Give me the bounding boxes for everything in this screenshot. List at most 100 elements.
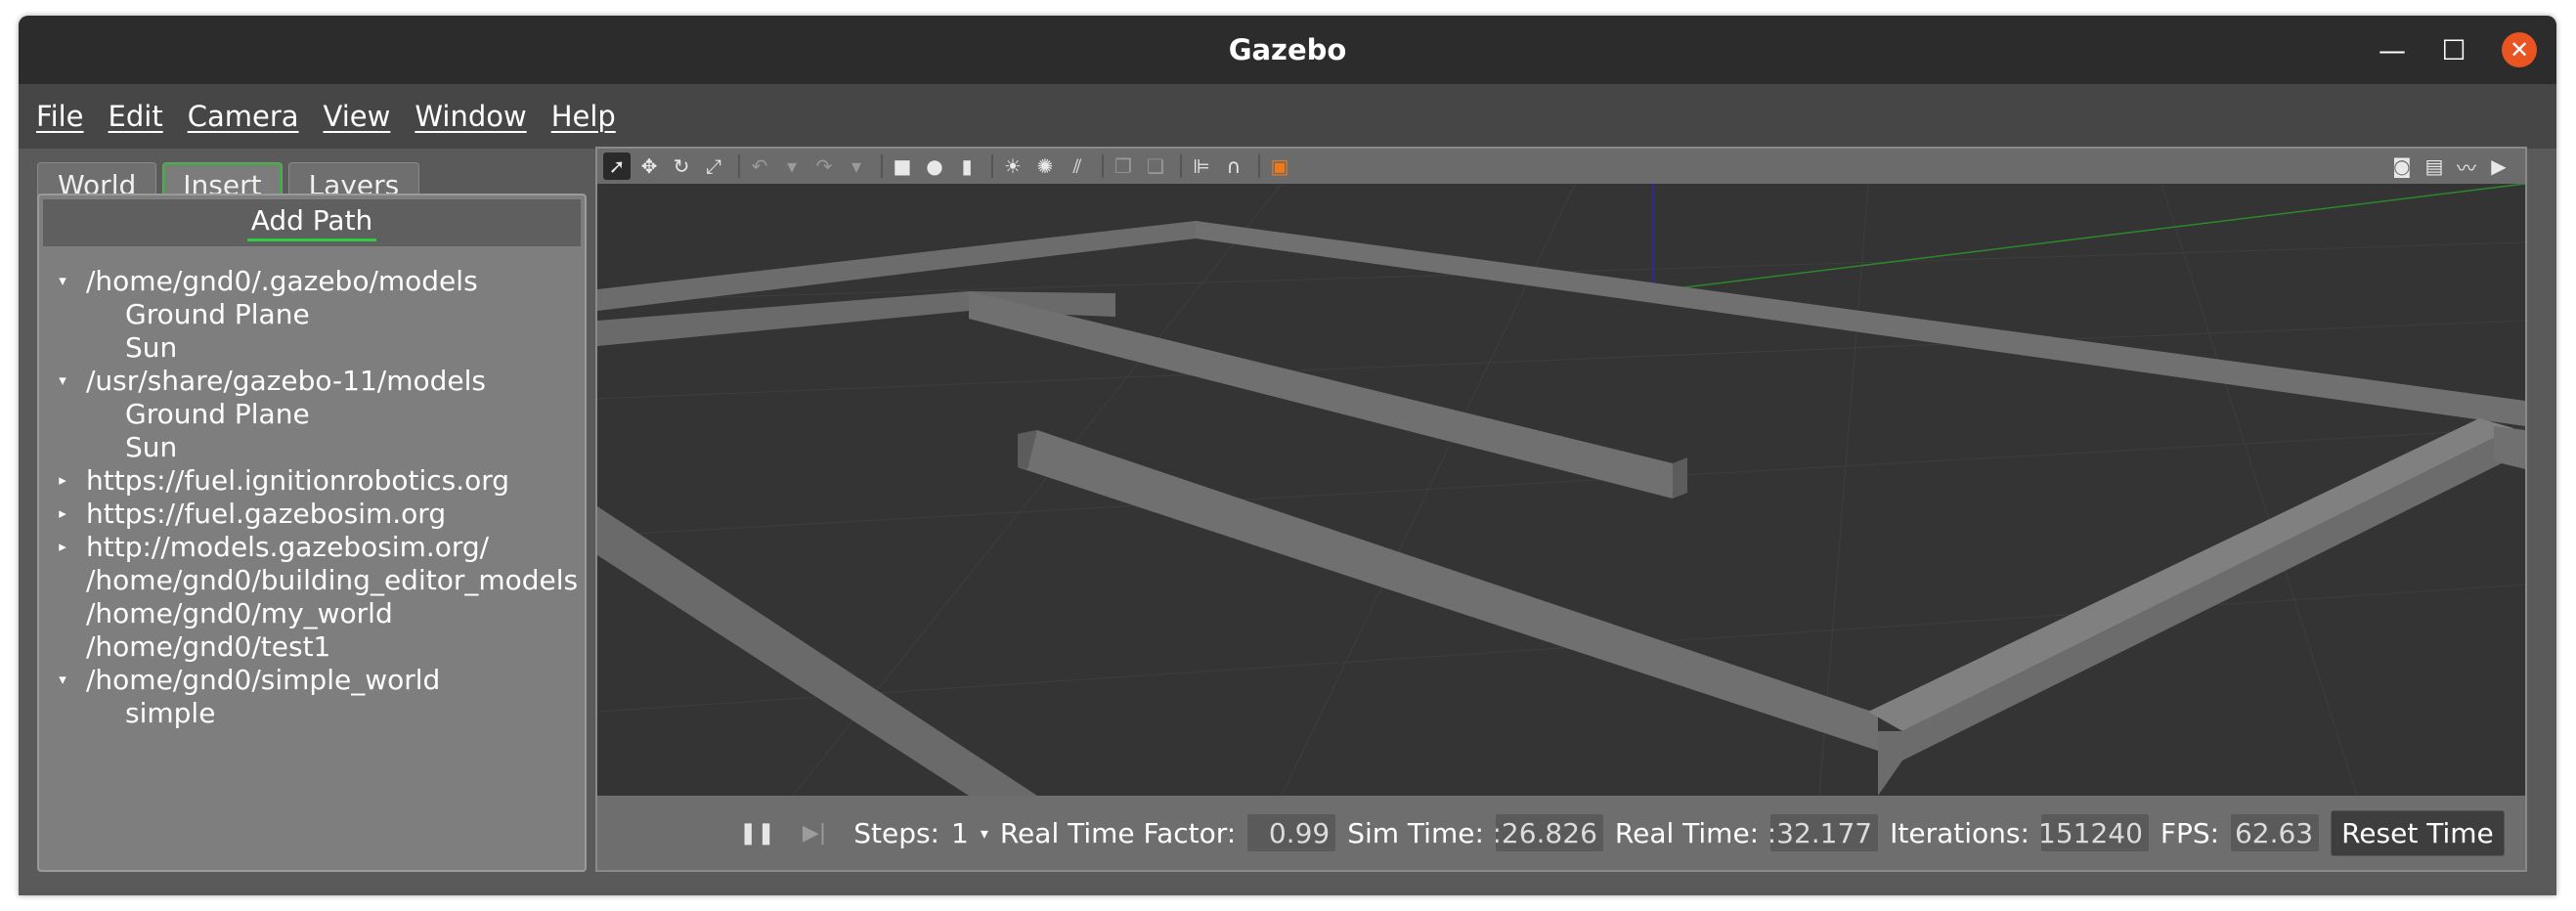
fps-label: FPS: [2160,816,2220,849]
steps-label: Steps: [853,816,939,849]
tree-item[interactable]: /home/gnd0/building_editor_models [39,563,585,596]
rtf-label: Real Time Factor: [999,816,1237,849]
tree-item[interactable]: simple [39,696,585,729]
sphere-icon[interactable]: ● [921,152,948,180]
real-time-value: 2:32.177 [1770,814,1879,851]
menu-view[interactable]: View [324,100,391,133]
menu-window[interactable]: Window [415,100,526,133]
expand-down-icon[interactable]: ▾ [39,272,86,289]
log-icon[interactable]: ▤ [2421,152,2448,180]
steps-value[interactable]: 1 [951,817,969,849]
undo-icon[interactable]: ↶ [746,152,773,180]
tree-item[interactable]: Ground Plane [39,297,585,330]
sim-time-value: 3:26.826 [1495,814,1603,851]
tree-item[interactable]: ▾/home/gnd0/simple_world [39,663,585,696]
tree-item[interactable]: /home/gnd0/my_world [39,596,585,629]
toolbar-separator [1180,154,1182,178]
rotate-icon[interactable]: ↻ [668,152,695,180]
expand-down-icon[interactable]: ▾ [39,671,86,688]
scale-icon[interactable]: ⤢ [700,152,727,180]
tree-item-label: /home/gnd0/simple_world [86,663,441,696]
viewport-toolbar: ➚ ✥ ↻ ⤢ ↶ ▾ ↷ ▾ ■ ● ▮ ☀ ✺ ⫽ ❐ ❏ ⊫ ∩ ▣ ◙ … [597,149,2525,184]
undo-dropdown-icon[interactable]: ▾ [778,152,806,180]
redo-icon[interactable]: ↷ [810,152,838,180]
pause-icon[interactable]: ❚❚ [739,821,775,846]
copy-icon[interactable]: ❐ [1110,152,1137,180]
tree-item-label: https://fuel.ignitionrobotics.org [86,463,510,497]
tree-item[interactable]: ▸ http://models.gazebosim.org/ [39,530,585,563]
tree-item-label: /usr/share/gazebo-11/models [86,364,486,397]
minimize-button[interactable]: — [2375,32,2410,67]
tree-item-label: simple [125,696,216,729]
point-light-icon[interactable]: ☀ [999,152,1026,180]
step-icon[interactable]: ▶| [803,821,826,846]
real-time-label: Real Time: [1614,816,1760,849]
tree-item-label: https://fuel.gazebosim.org [86,497,447,530]
tree-item-label: /home/gnd0/building_editor_models [86,563,579,596]
3d-scene[interactable] [597,184,2525,796]
align-icon[interactable]: ⊫ [1188,152,1215,180]
model-tree: ▾/home/gnd0/.gazebo/models Ground Plane Su… [39,264,585,729]
toolbar-separator [1258,154,1260,178]
toolbar-separator [1102,154,1104,178]
expand-right-icon[interactable]: ▸ [39,538,86,555]
toolbar-separator [881,154,883,178]
add-path-button[interactable]: Add Path [43,199,581,246]
tree-item[interactable]: ▾/home/gnd0/.gazebo/models [39,264,585,297]
iterations-label: Iterations: [1890,816,2030,849]
close-button[interactable]: ✕ [2502,32,2537,67]
sim-time-label: Sim Time: [1347,816,1484,849]
toolbar-right-group: ◙ ▤ 〰 ▶ [2388,152,2517,180]
title-bar: Gazebo — ☐ ✕ [19,16,2556,84]
video-record-icon[interactable]: ▶ [2485,152,2512,180]
window-title: Gazebo [1228,33,1347,66]
tree-item-label: Ground Plane [125,297,310,330]
tree-item-label: Ground Plane [125,397,310,430]
tree-item[interactable]: ▸ https://fuel.gazebosim.org [39,497,585,530]
spot-light-icon[interactable]: ✺ [1031,152,1059,180]
tree-item-label: /home/gnd0/test1 [86,629,331,663]
tree-item[interactable]: Ground Plane [39,397,585,430]
expand-right-icon[interactable]: ▸ [39,504,86,522]
cylinder-icon[interactable]: ▮ [953,152,981,180]
snap-icon[interactable]: ∩ [1220,152,1247,180]
iterations-value: 151240 [2040,814,2149,851]
expand-down-icon[interactable]: ▾ [39,371,86,389]
tree-item-label: /home/gnd0/.gazebo/models [86,264,478,297]
fps-value: 62.63 [2231,814,2320,851]
tree-item-label: http://models.gazebosim.org/ [86,530,490,563]
reset-time-button[interactable]: Reset Time [2331,809,2505,856]
select-arrow-icon[interactable]: ➚ [603,152,631,180]
status-bar: ❚❚ ▶| Steps: 1 ▾ Real Time Factor: 0.99 … [597,796,2525,870]
paste-icon[interactable]: ❏ [1142,152,1169,180]
add-path-label: Add Path [246,204,377,241]
menu-bar: File Edit Camera View Window Help [19,84,2556,149]
menu-edit[interactable]: Edit [109,100,163,133]
gazebo-window: Gazebo — ☐ ✕ File Edit Camera View Windo… [19,16,2556,895]
tree-item[interactable]: Sun [39,330,585,364]
tree-item[interactable]: ▾/usr/share/gazebo-11/models [39,364,585,397]
tree-item[interactable]: ▸ https://fuel.ignitionrobotics.org [39,463,585,497]
directional-light-icon[interactable]: ⫽ [1064,152,1091,180]
screenshot-icon[interactable]: ◙ [2388,152,2416,180]
steps-dropdown-icon[interactable]: ▾ [981,824,988,843]
render-viewport: ➚ ✥ ↻ ⤢ ↶ ▾ ↷ ▾ ■ ● ▮ ☀ ✺ ⫽ ❐ ❏ ⊫ ∩ ▣ ◙ … [595,147,2527,872]
tree-item-label: /home/gnd0/my_world [86,596,393,629]
plot-icon[interactable]: 〰 [2453,152,2480,180]
insert-panel: Add Path ▾/home/gnd0/.gazebo/models Groun… [37,194,587,872]
expand-right-icon[interactable]: ▸ [39,471,86,489]
tree-item[interactable]: Sun [39,430,585,463]
view-angle-icon[interactable]: ▣ [1266,152,1293,180]
tree-item[interactable]: /home/gnd0/test1 [39,629,585,663]
menu-help[interactable]: Help [551,100,616,133]
menu-file[interactable]: File [36,100,84,133]
toolbar-separator [738,154,740,178]
toolbar-separator [991,154,993,178]
redo-dropdown-icon[interactable]: ▾ [843,152,870,180]
tree-item-label: Sun [125,330,178,364]
box-icon[interactable]: ■ [889,152,916,180]
tree-item-label: Sun [125,430,178,463]
maximize-button[interactable]: ☐ [2436,32,2471,67]
translate-icon[interactable]: ✥ [635,152,663,180]
menu-camera[interactable]: Camera [188,100,299,133]
